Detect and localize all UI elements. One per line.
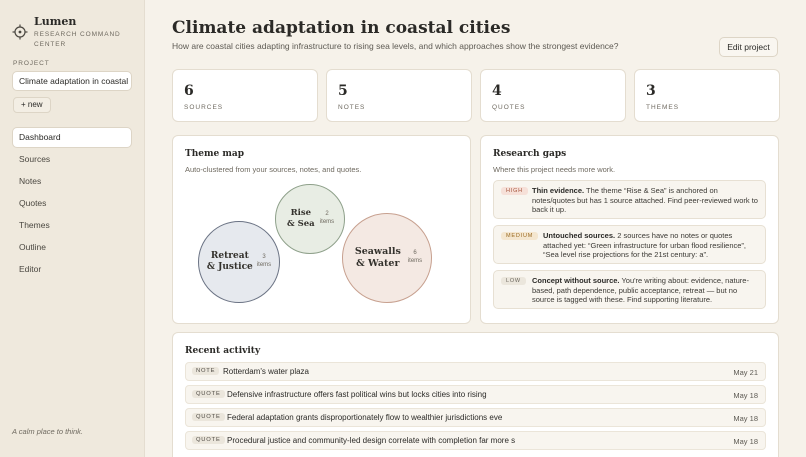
- theme-map-subtitle: Auto-clustered from your sources, notes,…: [185, 165, 362, 174]
- activity-text: Defensive infrastructure offers fast pol…: [227, 390, 487, 399]
- activity-row[interactable]: QUOTE Federal adaptation grants dispropor…: [185, 408, 766, 427]
- theme-name: Rise & Sea: [286, 208, 315, 229]
- stat-card-sources: 6 SOURCES: [172, 69, 318, 122]
- gap-heading: Thin evidence.: [532, 186, 585, 195]
- theme-count-unit: items: [256, 262, 272, 268]
- research-gaps-panel: Research gaps Where this project needs m…: [480, 135, 779, 324]
- priority-badge: LOW: [501, 277, 526, 285]
- activity-date: May 21: [733, 368, 758, 377]
- new-project-button[interactable]: + new: [13, 97, 51, 113]
- priority-badge: HIGH: [501, 187, 528, 195]
- activity-type-badge: QUOTE: [192, 413, 225, 421]
- sidebar-item-editor[interactable]: Editor: [12, 259, 132, 280]
- theme-count-value: 2: [325, 211, 329, 218]
- research-question: How are coastal cities adapting infrastr…: [172, 41, 619, 51]
- tagline: A calm place to think.: [12, 427, 84, 436]
- theme-count-unit: items: [407, 258, 423, 264]
- activity-row[interactable]: NOTE Rotterdam's water plaza May 21: [185, 362, 766, 381]
- page-title: Climate adaptation in coastal cities: [172, 18, 511, 38]
- stat-label: NOTES: [338, 104, 366, 111]
- stat-card-notes: 5 NOTES: [326, 69, 472, 122]
- gap-text: Thin evidence. The theme “Rise & Sea” is…: [532, 186, 759, 215]
- gap-heading: Untouched sources.: [543, 231, 616, 240]
- gap-item-high[interactable]: HIGH Thin evidence. The theme “Rise & Sea…: [493, 180, 766, 219]
- brand: Lumen RESEARCH COMMAND CENTER: [12, 15, 126, 50]
- activity-row[interactable]: QUOTE Defensive infrastructure offers fas…: [185, 385, 766, 404]
- theme-name: Seawalls & Water: [354, 246, 401, 269]
- activity-date: May 18: [733, 391, 758, 400]
- stat-label: THEMES: [646, 104, 680, 111]
- project-label: PROJECT: [13, 60, 50, 67]
- activity-type-badge: QUOTE: [192, 390, 225, 398]
- sidebar-item-dashboard[interactable]: Dashboard: [12, 127, 132, 148]
- theme-count-value: 3: [262, 254, 266, 261]
- gap-text: Untouched sources. 2 sources have no not…: [543, 231, 759, 260]
- activity-row[interactable]: QUOTE Procedural justice and community-le…: [185, 431, 766, 450]
- activity-text: Procedural justice and community-led des…: [227, 436, 516, 445]
- stat-value: 5: [338, 83, 348, 99]
- theme-bubble-seawalls-water[interactable]: Seawalls & Water 6 items: [342, 213, 432, 303]
- gap-item-medium[interactable]: MEDIUM Untouched sources. 2 sources have …: [493, 225, 766, 264]
- theme-map-panel: Theme map Auto-clustered from your sourc…: [172, 135, 471, 324]
- stat-card-themes: 3 THEMES: [634, 69, 780, 122]
- brand-name: Lumen: [34, 15, 77, 28]
- gap-heading: Concept without source.: [532, 276, 620, 285]
- theme-count-unit: items: [319, 219, 335, 225]
- sidebar-item-outline[interactable]: Outline: [12, 237, 132, 258]
- activity-date: May 18: [733, 414, 758, 423]
- stat-value: 3: [646, 83, 656, 99]
- theme-map-title: Theme map: [185, 149, 244, 159]
- stat-label: SOURCES: [184, 104, 224, 111]
- sidebar-item-themes[interactable]: Themes: [12, 215, 132, 236]
- theme-count-value: 6: [413, 250, 417, 257]
- project-selector[interactable]: Climate adaptation in coastal: [12, 71, 132, 91]
- compass-icon: [12, 24, 28, 40]
- brand-subtitle: RESEARCH COMMAND CENTER: [34, 31, 121, 48]
- edit-project-button[interactable]: Edit project: [719, 37, 778, 57]
- sidebar-item-quotes[interactable]: Quotes: [12, 193, 132, 214]
- sidebar: Lumen RESEARCH COMMAND CENTER PROJECT Cl…: [0, 0, 145, 457]
- activity-text: Rotterdam's water plaza: [223, 367, 310, 376]
- stat-card-quotes: 4 QUOTES: [480, 69, 626, 122]
- recent-activity-panel: Recent activity NOTE Rotterdam's water pl…: [172, 332, 779, 457]
- theme-bubble-rise-sea[interactable]: Rise & Sea 2 items: [275, 184, 345, 254]
- stat-value: 4: [492, 83, 502, 99]
- gap-item-low[interactable]: LOW Concept without source. You're writin…: [493, 270, 766, 309]
- sidebar-item-sources[interactable]: Sources: [12, 149, 132, 170]
- theme-count: 2 items: [320, 211, 334, 227]
- activity-type-badge: QUOTE: [192, 436, 225, 444]
- stat-value: 6: [184, 83, 194, 99]
- activity-text: Federal adaptation grants disproportiona…: [227, 413, 503, 422]
- research-gaps-subtitle: Where this project needs more work.: [493, 165, 616, 174]
- gap-text: Concept without source. You're writing a…: [532, 276, 759, 305]
- activity-type-badge: NOTE: [192, 367, 220, 375]
- theme-name: Retreat & Justice: [206, 250, 253, 272]
- activity-date: May 18: [733, 437, 758, 446]
- recent-activity-title: Recent activity: [185, 346, 261, 356]
- priority-badge: MEDIUM: [501, 232, 539, 240]
- theme-bubble-retreat-justice[interactable]: Retreat & Justice 3 items: [198, 221, 280, 303]
- stat-label: QUOTES: [492, 104, 526, 111]
- sidebar-nav: Dashboard Sources Notes Quotes Themes Outline…: [12, 127, 132, 281]
- main-content: Climate adaptation in coastal cities How…: [146, 0, 806, 457]
- research-gaps-title: Research gaps: [493, 149, 567, 159]
- theme-count: 6 items: [408, 250, 422, 266]
- sidebar-item-notes[interactable]: Notes: [12, 171, 132, 192]
- theme-count: 3 items: [257, 254, 271, 270]
